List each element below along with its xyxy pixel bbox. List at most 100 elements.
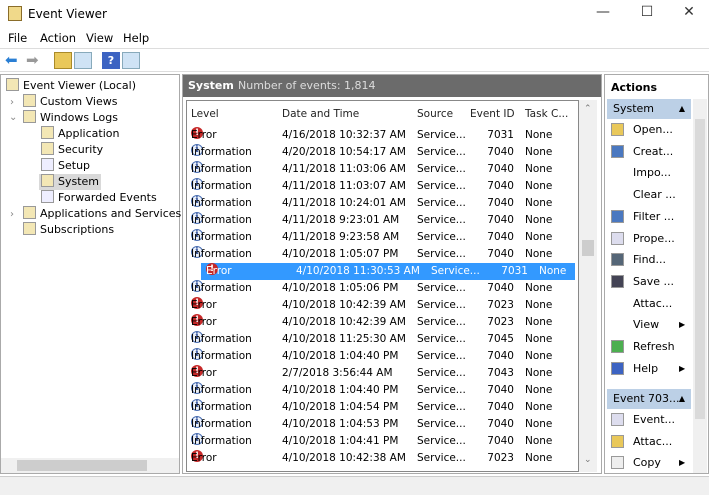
back-icon[interactable]: ⬅ [5,52,23,69]
section-event[interactable]: Event 703... ▲ [607,389,691,409]
tree-item-windows-logs[interactable]: Windows Logs [23,110,118,126]
action-find[interactable]: Find... [633,250,691,270]
scroll-thumb[interactable] [695,119,705,419]
table-row[interactable]: i Information 4/11/2018 11:03:06 AM Service… [187,161,575,178]
table-row[interactable]: i Information 4/11/2018 9:23:58 AM Service.… [187,229,575,246]
up-folder-icon[interactable] [54,52,72,69]
expand-icon[interactable]: › [10,97,14,108]
action-attac[interactable]: Attac... [633,432,691,452]
level-text: Information [191,418,252,430]
table-row[interactable]: ! Error 2/7/2018 3:56:44 AM Service... 7043 N… [187,365,575,382]
scroll-down-icon[interactable]: ⌄ [584,455,592,465]
level-text: Information [191,197,252,209]
action-impo[interactable]: Impo... [633,163,691,183]
tree-item-security[interactable]: Security [41,142,103,158]
collapse-icon[interactable]: ⌄ [9,112,17,123]
table-row[interactable]: ! Error 4/16/2018 10:32:37 AM Service... 703… [187,127,575,144]
app-icon [8,6,22,21]
event-id-cell: 7045 [487,333,514,345]
tree-item-application[interactable]: Application [41,126,119,142]
actions-scrollbar[interactable] [693,99,707,473]
action-copy[interactable]: Copy ▶ [633,453,691,473]
scroll-up-icon[interactable]: ⌃ [584,104,592,114]
menu-help[interactable]: Help [123,31,149,45]
table-row[interactable]: ! Error 4/10/2018 10:42:38 AM Service... 702… [187,450,575,467]
tree-item-applications-services[interactable]: Applications and Services Lo [23,206,197,222]
horizontal-scrollbar[interactable] [1,458,179,473]
action-event[interactable]: Event... [633,410,691,430]
table-row[interactable]: ! Error 4/10/2018 10:42:39 AM Service... 702… [187,297,575,314]
event-id-cell: 7040 [487,248,514,260]
tree-label: Application [58,127,120,140]
action-filter[interactable]: Filter ... [633,207,691,227]
table-row[interactable]: i Information 4/10/2018 1:04:41 PM Service.… [187,433,575,450]
event-id-cell: 7023 [487,452,514,464]
events-pane: System Number of events: 1,814 Level Dat… [182,74,602,474]
show-hide-actions-icon[interactable] [122,52,140,69]
column-date[interactable]: Date and Time [282,103,359,125]
forward-icon[interactable]: ➡ [26,52,44,69]
menu-view[interactable]: View [86,31,113,45]
column-source[interactable]: Source [417,103,453,125]
source-cell: Service... [417,316,466,328]
table-row[interactable]: i Information 4/11/2018 9:23:01 AM Service.… [187,212,575,229]
vertical-scrollbar[interactable]: ⌃ ⌄ [579,100,597,472]
action-label: Copy [633,456,661,470]
collapse-icon[interactable]: ▲ [679,99,685,119]
collapse-icon[interactable]: ▲ [679,389,685,409]
maximize-button[interactable]: ☐ [632,4,662,24]
event-id-cell: 7023 [487,316,514,328]
action-attac[interactable]: Attac... [633,294,691,314]
event-id-cell: 7040 [487,418,514,430]
date-cell: 4/10/2018 1:05:07 PM [282,248,399,260]
show-hide-tree-icon[interactable] [74,52,92,69]
menu-action[interactable]: Action [40,31,76,45]
action-open[interactable]: Open... [633,120,691,140]
action-refresh[interactable]: Refresh [633,337,691,357]
column-task-category[interactable]: Task C... [525,103,568,125]
submenu-arrow-icon: ▶ [679,320,686,330]
task-cell: None [539,265,567,277]
section-system[interactable]: System ▲ [607,99,691,119]
action-creat[interactable]: Creat... [633,142,691,162]
task-cell: None [525,316,553,328]
table-row[interactable]: i Information 4/11/2018 10:24:01 AM Service… [187,195,575,212]
action-clear[interactable]: Clear ... [633,185,691,205]
action-help[interactable]: Help ▶ [633,359,691,379]
table-row[interactable]: ! Error 4/10/2018 11:30:53 AM Service... 703… [201,263,575,280]
table-row[interactable]: i Information 4/10/2018 1:04:40 PM Service.… [187,382,575,399]
folder-icon [23,110,36,123]
table-row[interactable]: i Information 4/10/2018 11:25:30 AM Service… [187,331,575,348]
scroll-thumb[interactable] [582,240,594,256]
expand-icon[interactable]: › [10,209,14,220]
close-button[interactable]: ✕ [674,4,704,24]
action-view[interactable]: View ▶ [633,315,691,335]
task-cell: None [525,197,553,209]
level-text: Error [191,299,217,311]
tree-item-forwarded-events[interactable]: Forwarded Events [41,190,157,206]
scroll-thumb[interactable] [17,460,147,471]
table-row[interactable]: i Information 4/10/2018 1:04:54 PM Service.… [187,399,575,416]
event-id-cell: 7040 [487,435,514,447]
tree-root[interactable]: Event Viewer (Local) [6,78,136,94]
event-id-cell: 7040 [487,214,514,226]
tree-item-subscriptions[interactable]: Subscriptions [23,222,114,238]
table-row[interactable]: i Information 4/20/2018 10:54:17 AM Service… [187,144,575,161]
tree-item-custom-views[interactable]: Custom Views [23,94,117,110]
column-level[interactable]: Level [191,103,219,125]
tree-item-setup[interactable]: Setup [41,158,90,174]
table-row[interactable]: i Information 4/10/2018 1:04:53 PM Service.… [187,416,575,433]
action-save[interactable]: Save ... [633,272,691,292]
table-row[interactable]: ! Error 4/10/2018 10:42:39 AM Service... 702… [187,314,575,331]
help-icon[interactable]: ? [102,52,120,69]
table-row[interactable]: i Information 4/11/2018 11:03:07 AM Service… [187,178,575,195]
tree-item-system[interactable]: System [39,174,102,190]
table-row[interactable]: i Information 4/10/2018 1:04:40 PM Service.… [187,348,575,365]
column-event-id[interactable]: Event ID [470,103,515,125]
minimize-button[interactable]: — [588,4,618,24]
action-prope[interactable]: Prope... [633,229,691,249]
menu-file[interactable]: File [8,31,27,45]
table-row[interactable]: i Information 4/10/2018 1:05:07 PM Service.… [187,246,575,263]
date-cell: 4/11/2018 11:03:06 AM [282,163,406,175]
table-row[interactable]: i Information 4/10/2018 1:05:06 PM Service.… [187,280,575,297]
